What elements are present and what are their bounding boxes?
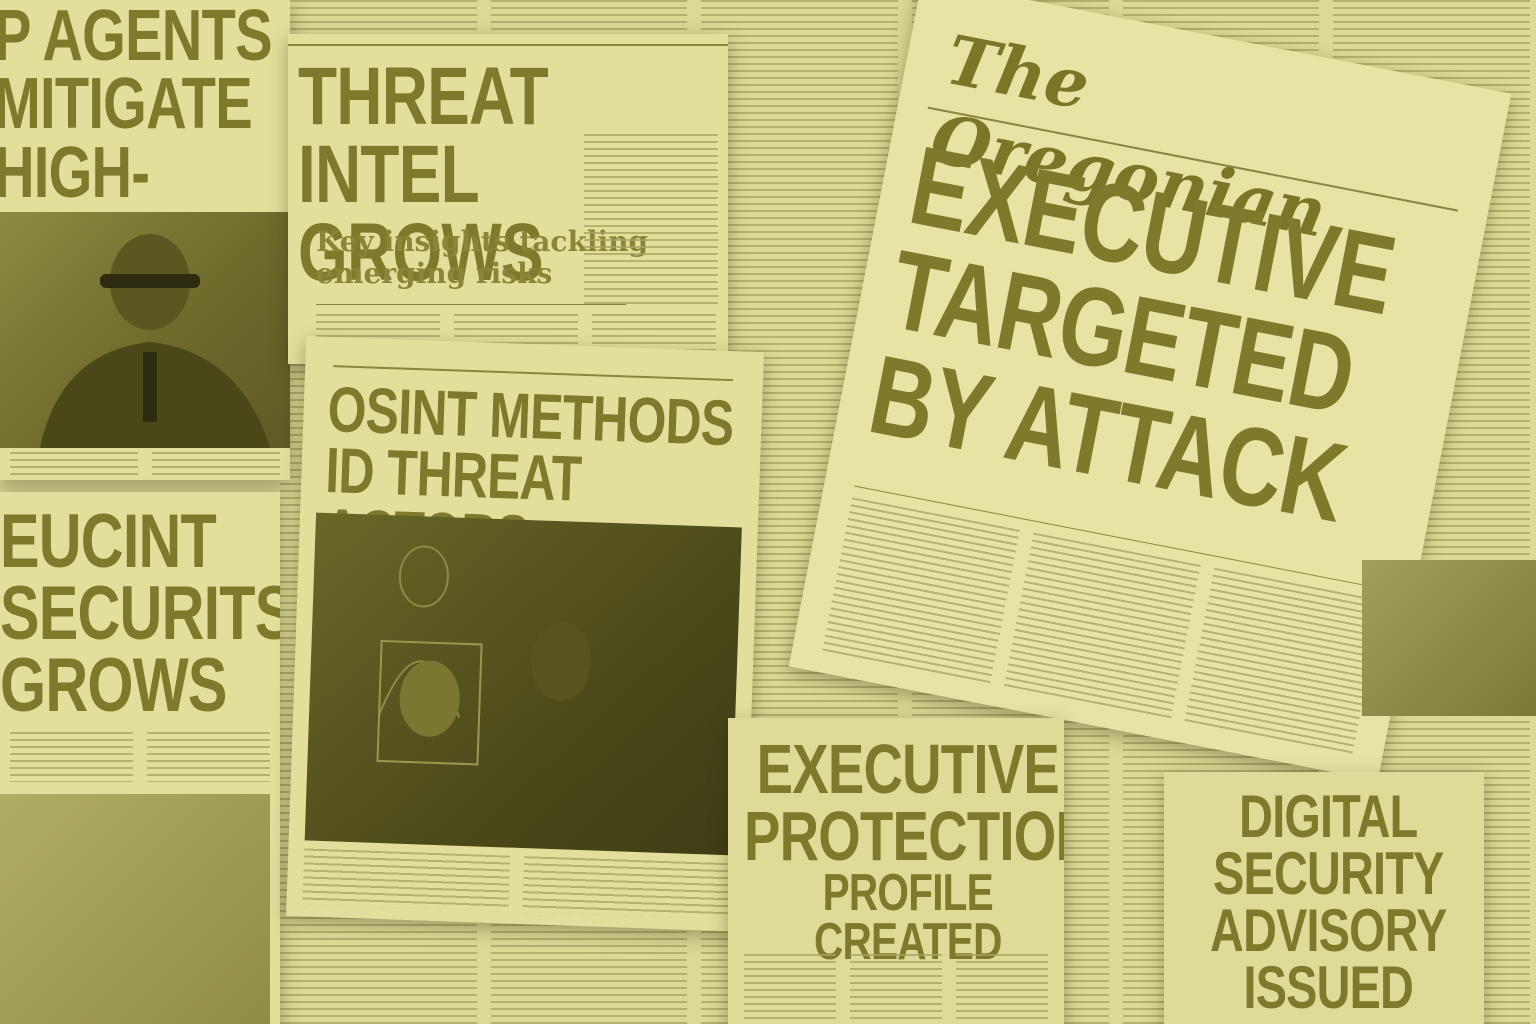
- headline-line: PROFILE CREATED: [814, 864, 1002, 972]
- text-columns: [744, 954, 1048, 1024]
- figures-illustration-icon: [376, 545, 592, 766]
- photo-figures: [0, 794, 270, 1024]
- headline-exec-protection: EXECUTIVE PROTECTION PROFILE CREATED: [744, 730, 1064, 972]
- headline-digital-security: DIGITAL SECURITY ADVISORY ISSUED: [1184, 783, 1473, 1021]
- paper-exec-protection: EXECUTIVE PROTECTION PROFILE CREATED: [728, 718, 1064, 1024]
- headline-line: DIGITAL: [1239, 783, 1418, 850]
- newspaper-collage: P AGENTS MITIGATE HIGH-THREAT EUCINT SEC…: [0, 0, 1536, 1024]
- headline-line: SECURITY: [1213, 840, 1444, 907]
- photo-shadowy-figures: [304, 512, 742, 856]
- headline-line: PROTECTION: [744, 796, 1064, 875]
- divider: [316, 304, 626, 305]
- text-columns: [10, 452, 280, 478]
- paper-left-top: P AGENTS MITIGATE HIGH-THREAT: [0, 0, 290, 480]
- photo-group: [1362, 560, 1536, 716]
- paper-osint: OSINT METHODS ID THREAT ACTORS: [286, 336, 764, 932]
- paper-left-mid: EUCINT SECURITS GROWS: [0, 492, 280, 1024]
- headline-line: EXECUTIVE: [756, 730, 1060, 808]
- headline-line: SECURITS: [0, 571, 280, 657]
- text-columns: [302, 848, 731, 920]
- headline-line: EUCINT: [0, 499, 217, 584]
- photo-man-sunglasses: [0, 212, 290, 448]
- paper-digital-security: DIGITAL SECURITY ADVISORY ISSUED: [1164, 772, 1484, 1024]
- headline-line: ISSUED: [1243, 954, 1414, 1021]
- headline-left-mid: EUCINT SECURITS GROWS: [0, 499, 280, 729]
- text-columns: [10, 732, 270, 782]
- headline-line: ADVISORY: [1210, 897, 1447, 964]
- paper-threat-intel: THREAT INTEL GROWS Key insights tackling…: [288, 34, 728, 364]
- top-rule: [288, 44, 728, 46]
- headline-line: P AGENTS: [0, 0, 273, 76]
- man-silhouette-icon: [40, 234, 270, 448]
- side-text-columns: [584, 134, 718, 304]
- headline-line: GROWS: [0, 643, 227, 729]
- headline-line: MITIGATE: [0, 64, 253, 145]
